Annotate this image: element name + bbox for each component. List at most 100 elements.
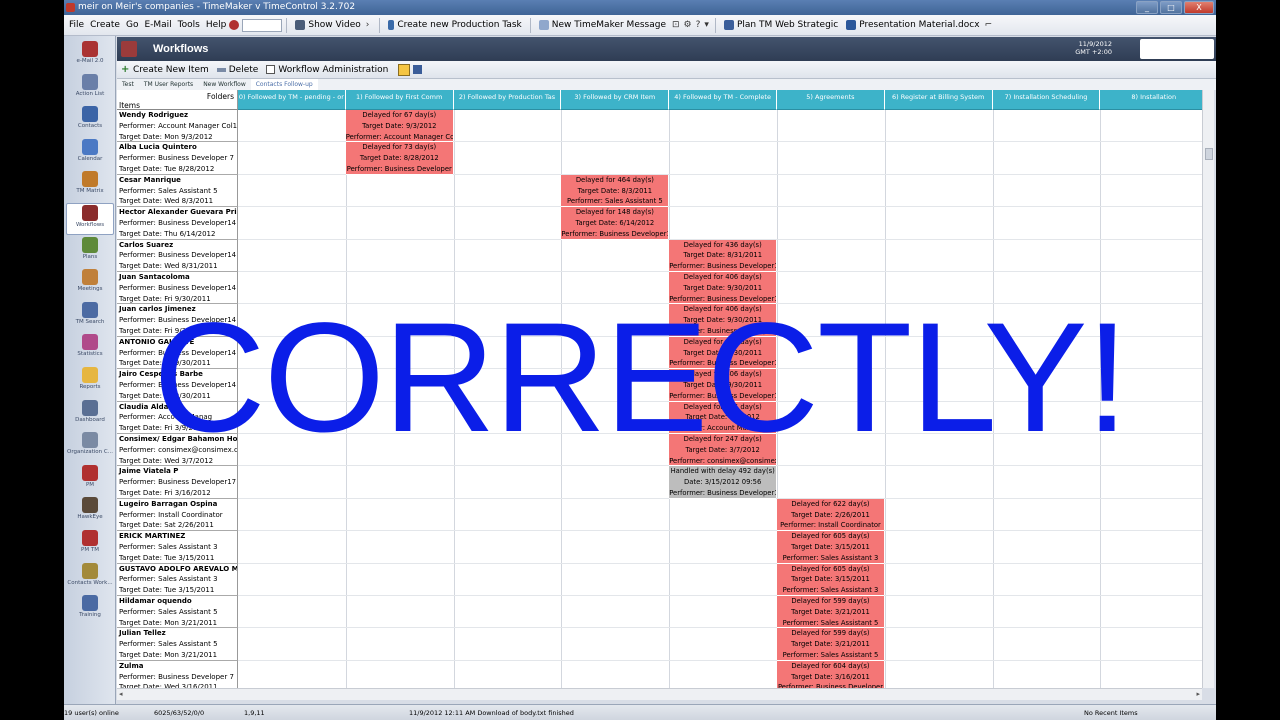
nav-item-plans[interactable]: Plans <box>66 236 114 268</box>
column-header[interactable]: 6) Register at Billing System <box>884 90 993 110</box>
scroll-thumb[interactable] <box>1205 148 1213 160</box>
table-row[interactable]: Juan Santacoloma Performer: Business Deve… <box>117 272 238 305</box>
table-row[interactable]: Lugeiro Barragan Ospina Performer: Instal… <box>117 498 238 532</box>
nav-item-contacts-work[interactable]: Contacts Work... <box>66 562 114 594</box>
tab-tm-user-reports[interactable]: TM User Reports <box>139 79 198 90</box>
table-row[interactable]: GUSTAVO ADOLFO AREVALO MO Performer: Sale… <box>117 563 238 596</box>
tools-icon[interactable]: ⚙ <box>682 20 694 30</box>
table-row[interactable]: Alba Lucia Quintero Performer: Business D… <box>117 142 238 175</box>
table-row[interactable]: ERICK MARTINEZ Performer: Sales Assistant… <box>117 531 238 564</box>
help-icon[interactable]: ? <box>694 20 703 30</box>
menu-go[interactable]: Go <box>123 20 141 30</box>
delayed-task-cell[interactable]: Delayed for 406 day(s) Target Date: 9/30/… <box>669 272 777 305</box>
search-icon[interactable] <box>229 20 240 30</box>
delayed-task-cell[interactable]: Delayed for 605 day(s) Target Date: 3/15/… <box>777 531 884 564</box>
workflow-admin-button[interactable]: Workflow Administration <box>266 65 388 75</box>
nav-item-e-mail-2-0[interactable]: e-Mail 2.0 <box>66 40 114 72</box>
table-row[interactable]: Jaime Viatela P Performer: Business Devel… <box>117 466 238 499</box>
nav-item-tm-search[interactable]: TM Search <box>66 301 114 333</box>
delayed-task-cell[interactable]: Delayed for 245 day(s) Target Date: 3/9/2… <box>669 401 777 434</box>
delayed-task-cell[interactable]: Delayed for 599 day(s) Target Date: 3/21/… <box>777 628 884 661</box>
column-header[interactable]: 5) Agreements <box>777 90 885 110</box>
delayed-task-cell[interactable]: Delayed for 605 day(s) Target Date: 3/15/… <box>777 563 884 596</box>
table-row[interactable]: Hildamar oquendo Performer: Sales Assista… <box>117 596 238 629</box>
delayed-task-cell[interactable]: Delayed for 148 day(s) Target Date: 6/14/… <box>561 207 669 240</box>
contact-name: GUSTAVO ADOLFO AREVALO MO <box>119 564 238 573</box>
menu-email[interactable]: E-Mail <box>141 20 174 30</box>
tab-test[interactable]: Test <box>117 79 139 90</box>
delayed-task-cell[interactable]: Delayed for 406 day(s) Target Date: 9/30/… <box>669 369 777 402</box>
column-header[interactable]: 2) Followed by Production Tas <box>453 90 562 110</box>
doc-tab-presentation[interactable]: Presentation Material.docx ⌐ <box>842 20 998 30</box>
table-row[interactable]: Jairo Cespedes Barbe Performer: Business … <box>117 369 238 402</box>
menu-file[interactable]: File <box>66 20 87 30</box>
table-row[interactable]: Hector Alexander Guevara Pri Performer: B… <box>117 207 238 240</box>
tab-contacts-follow-up[interactable]: Contacts Follow-up <box>250 79 318 90</box>
menu-create[interactable]: Create <box>87 20 123 30</box>
scroll-right-icon[interactable]: ▸ <box>1196 690 1200 698</box>
delete-button[interactable]: Delete <box>216 65 258 75</box>
delayed-task-cell[interactable]: Delayed for 436 day(s) Target Date: 8/31/… <box>669 239 777 272</box>
delayed-task-cell[interactable]: Delayed for 247 day(s) Target Date: 3/7/2… <box>669 434 777 467</box>
table-row[interactable]: Juan carlos Jimenez Performer: Business D… <box>117 304 238 337</box>
delayed-task-cell[interactable]: Delayed for 67 day(s) Target Date: 9/3/20… <box>345 110 453 143</box>
table-row[interactable]: ANTONIO GALANTE Performer: Business Devel… <box>117 336 238 370</box>
nav-item-action-list[interactable]: Action List <box>66 73 114 105</box>
delayed-task-cell[interactable]: Delayed for 599 day(s) Target Date: 3/21/… <box>777 596 884 629</box>
menu-help[interactable]: Help <box>203 20 230 30</box>
table-row[interactable]: Cesar Manrique Performer: Sales Assistant… <box>117 174 238 208</box>
nav-item-reports[interactable]: Reports <box>66 366 114 398</box>
delayed-task-cell[interactable]: Delayed for 604 day(s) Target Date: 3/16/… <box>777 660 884 688</box>
table-row[interactable]: Wendy Rodriguez Performer: Account Manage… <box>117 110 238 143</box>
quick-search-input[interactable] <box>242 18 283 32</box>
table-row[interactable]: Consimex/ Edgar Bahamon Ho Performer: con… <box>117 434 238 467</box>
minimize-button[interactable]: _ <box>1136 1 1158 14</box>
column-header[interactable]: 3) Followed by CRM Item <box>561 90 670 110</box>
nav-item-hawkeye[interactable]: HawkEye <box>66 496 114 528</box>
new-message-button[interactable]: New TimeMaker Message <box>535 20 670 30</box>
column-header[interactable]: 8) Installation <box>1100 90 1202 110</box>
nav-item-dashboard[interactable]: Dashboard <box>66 399 114 431</box>
vertical-scrollbar[interactable] <box>1202 90 1214 688</box>
column-header[interactable]: 7) Installation Scheduling <box>992 90 1101 110</box>
delayed-task-cell[interactable]: Delayed for 464 day(s) Target Date: 8/3/2… <box>561 174 669 208</box>
create-item-button[interactable]: + Create New Item <box>121 65 209 75</box>
nav-item-meetings[interactable]: Meetings <box>66 268 114 300</box>
menu-tools[interactable]: Tools <box>175 20 203 30</box>
table-row[interactable]: Carlos Suarez Performer: Business Develop… <box>117 239 238 272</box>
table-row[interactable]: Claudia Aldana Performer: Account Manag Ta… <box>117 401 238 434</box>
dropdown-icon[interactable]: ▾ <box>702 20 711 30</box>
show-video-button[interactable]: Show Video › <box>291 20 375 30</box>
nav-item-workflows[interactable]: Workflows <box>66 203 114 235</box>
column-header[interactable]: 0) Followed by TM - pending - or <box>238 90 346 110</box>
horizontal-scrollbar[interactable]: ◂ ▸ <box>117 688 1202 700</box>
contact-name: Hector Alexander Guevara Pri <box>119 208 237 217</box>
delayed-task-cell[interactable]: Delayed for 406 day(s) Target Date: 9/30/… <box>669 336 777 370</box>
nav-item-contacts[interactable]: Contacts <box>66 105 114 137</box>
wrench-icon[interactable] <box>413 65 423 74</box>
table-row[interactable]: Zulma Performer: Business Developer 7 Targ… <box>117 660 238 688</box>
delayed-task-cell[interactable]: Delayed for 406 day(s) Target Date: 9/30/… <box>669 304 777 337</box>
table-row[interactable]: Julian Tellez Performer: Sales Assistant … <box>117 628 238 661</box>
scroll-left-icon[interactable]: ◂ <box>119 690 123 698</box>
nav-item-statistics[interactable]: Statistics <box>66 333 114 365</box>
nav-item-organization-c[interactable]: Organization C... <box>66 431 114 463</box>
highlight-icon[interactable] <box>398 63 411 76</box>
delayed-task-cell[interactable]: Delayed for 622 day(s) Target Date: 2/26/… <box>777 498 884 532</box>
close-button[interactable]: X <box>1184 1 1214 14</box>
tab-new-workflow[interactable]: New Workflow <box>198 79 251 90</box>
doc-tab-plan[interactable]: Plan TM Web Strategic <box>720 20 842 30</box>
recent-items[interactable]: No Recent Items <box>1084 705 1138 720</box>
nav-item-pm-tm[interactable]: PM TM <box>66 529 114 561</box>
column-header[interactable]: 4) Followed by TM - Complete <box>669 90 777 110</box>
nav-item-calendar[interactable]: Calendar <box>66 138 114 170</box>
nav-item-tm-matrix[interactable]: TM Matrix <box>66 170 114 202</box>
maximize-button[interactable]: □ <box>1160 1 1182 14</box>
column-header[interactable]: 1) Followed by First Comm <box>345 90 454 110</box>
create-task-button[interactable]: Create new Production Task <box>384 20 525 30</box>
nav-item-pm[interactable]: PM <box>66 464 114 496</box>
delayed-task-cell[interactable]: Delayed for 73 day(s) Target Date: 8/28/2… <box>345 142 453 175</box>
window-icon[interactable]: ⊡ <box>670 20 682 30</box>
handled-task-cell[interactable]: Handled with delay 492 day(s) Date: 3/15/… <box>669 466 777 499</box>
nav-item-training[interactable]: Training <box>66 594 114 626</box>
